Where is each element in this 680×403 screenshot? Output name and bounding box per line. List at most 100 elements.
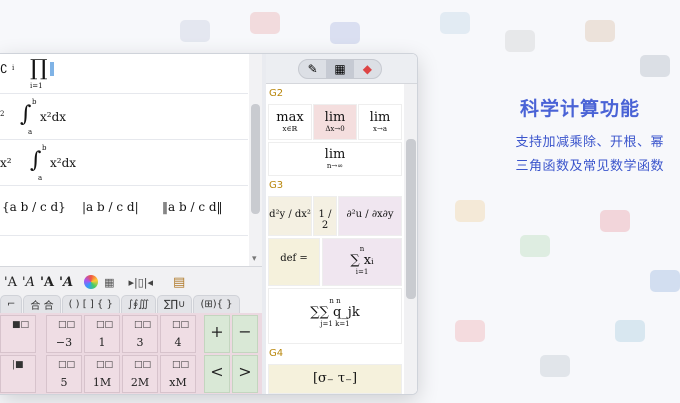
integrand: x²dx [40,110,67,124]
matrix-cell[interactable]: |■ [0,355,36,393]
tab[interactable]: (⊞){ } [193,295,240,313]
toolbox-icon[interactable]: ▤ [173,275,185,290]
integral-symbol: ∫ [20,102,32,127]
scrollbar-thumb[interactable] [406,139,416,299]
square-icon: ■□ [12,320,30,330]
background-tile [615,320,645,342]
background-tile [650,270,680,292]
tag-icon[interactable]: ◆ [354,60,381,78]
tab[interactable]: ∫∮∭ [120,295,156,313]
view-switcher: ✎ ▦ ◆ [298,59,382,79]
background-tile [600,210,630,232]
group-header: G2 [269,88,284,99]
template-slot: □□ [58,360,76,370]
tab[interactable]: ∑∏∪ [156,295,193,313]
scroll-down-icon[interactable]: ▾ [252,254,257,264]
tab[interactable]: ( ) [ ] { } [61,295,120,313]
template-button[interactable]: n ∑ xᵢ i=1 [322,238,402,286]
template-cell[interactable]: □□ 3 [122,315,158,353]
background-tile [455,200,485,222]
operator-cell[interactable]: − [232,315,258,353]
template-label: 1 [98,336,106,349]
template-button[interactable]: lim Δx→0 [313,104,357,140]
style-button[interactable]: 'A [4,275,17,290]
template-cell[interactable]: □□ 1 [84,315,120,353]
equation-line[interactable]: ∁ i ∏ i=1 [0,54,248,94]
style-button[interactable]: 'A [22,275,35,290]
template-cell[interactable]: □□ −3 [46,315,82,353]
tab[interactable]: 合 合 [23,295,61,313]
background-tile [180,20,210,42]
scrollbar-thumb[interactable] [251,104,260,214]
color-wheel-icon[interactable] [84,275,99,289]
template-cell[interactable]: □□ 4 [160,315,196,353]
operator-cell[interactable]: > [232,355,258,393]
background-tile [520,235,550,257]
feature-subline-2: 三角函数及常见数学函数 [515,159,664,174]
template-text: lim [324,110,346,125]
superscript: i [12,64,15,72]
template-button[interactable]: def = [268,238,320,286]
template-cell[interactable]: □□ xM [160,355,196,393]
text-cursor [50,62,54,76]
template-slot: □□ [172,320,190,330]
template-sub: n→∞ [326,162,344,170]
template-text: d²y / dx² [269,209,311,220]
determinant-matrix: |a b / c d| [82,200,139,214]
template-slot: □□ [58,320,76,330]
template-cell[interactable]: □□ 1M [84,355,120,393]
align-icon[interactable]: ▸|▯|◂ [129,276,154,289]
brace-matrix: {a b / c d} [2,200,66,214]
style-button[interactable]: 'A [59,275,73,290]
group-header: G3 [269,180,284,191]
template-sub: j=1 k=1 [320,320,350,328]
template-text: ∑∑ q_jk [310,305,360,320]
template-button[interactable]: lim n→∞ [268,142,402,176]
editor-scrollbar[interactable]: ▾ [249,54,262,266]
template-button[interactable]: max x∈ℝ [268,104,312,140]
integrand: x²dx [50,156,77,170]
template-label: 1M [92,376,112,389]
matrix-cell[interactable]: ■□ [0,315,36,353]
background-tile [455,320,485,342]
template-button[interactable]: lim x→a [358,104,402,140]
template-text: lim [369,110,391,125]
grid-view-icon[interactable]: ▦ [326,60,354,78]
tab[interactable]: ⌐ [0,295,23,313]
operator-cell[interactable]: < [204,355,230,393]
grid-icon[interactable]: ▦ [104,276,114,289]
template-label: 2M [130,376,150,389]
template-cell[interactable]: □□ 2M [122,355,158,393]
template-sub: x→a [373,125,387,133]
template-button[interactable]: [σ₋ τ₋] [268,364,402,394]
template-slot: □□ [172,360,190,370]
palette-tabs: ⌐ 合 合 ( ) [ ] { } ∫∮∭ ∑∏∪ (⊞){ } [0,295,262,313]
template-button[interactable]: 1 / 2 [313,196,337,236]
template-text: ∂²u / ∂x∂y [346,209,394,220]
style-button[interactable]: 'A [40,275,54,290]
complement-symbol: ∁ [0,62,8,76]
template-cell[interactable]: □□ 5 [46,355,82,393]
brush-icon[interactable]: ✎ [299,60,326,78]
template-list: G2 max x∈ℝ lim Δx→0 lim x→a lim n→∞ G3 d²y /… [266,84,404,394]
equation-line[interactable]: x² ∫ b a x²dx [0,140,248,186]
template-label: 3 [136,336,144,349]
equation-editor[interactable]: ∁ i ∏ i=1 2 ∫ b a x²dx x² ∫ b a x²dx {a … [0,54,262,266]
panel-scrollbar[interactable] [404,84,417,394]
background-tile [440,12,470,34]
template-button[interactable]: ∂²u / ∂x∂y [338,196,402,236]
template-button[interactable]: n n ∑∑ q_jk j=1 k=1 [268,288,402,344]
template-text: def = [280,253,308,264]
template-sub: x∈ℝ [282,125,298,133]
template-label: xM [169,376,187,389]
equation-line[interactable]: 2 ∫ b a x²dx [0,94,248,140]
operator-cell[interactable]: + [204,315,230,353]
template-sup: n [359,245,365,253]
integral-upper: b [32,98,37,106]
template-slot: □□ [96,360,114,370]
equation-line[interactable]: {a b / c d} |a b / c d| ‖a b / c d‖ [0,186,248,236]
template-button[interactable]: d²y / dx² [268,196,312,236]
template-slot: □□ [134,360,152,370]
norm-matrix: ‖a b / c d‖ [162,200,223,214]
template-sub: i=1 [355,268,369,276]
